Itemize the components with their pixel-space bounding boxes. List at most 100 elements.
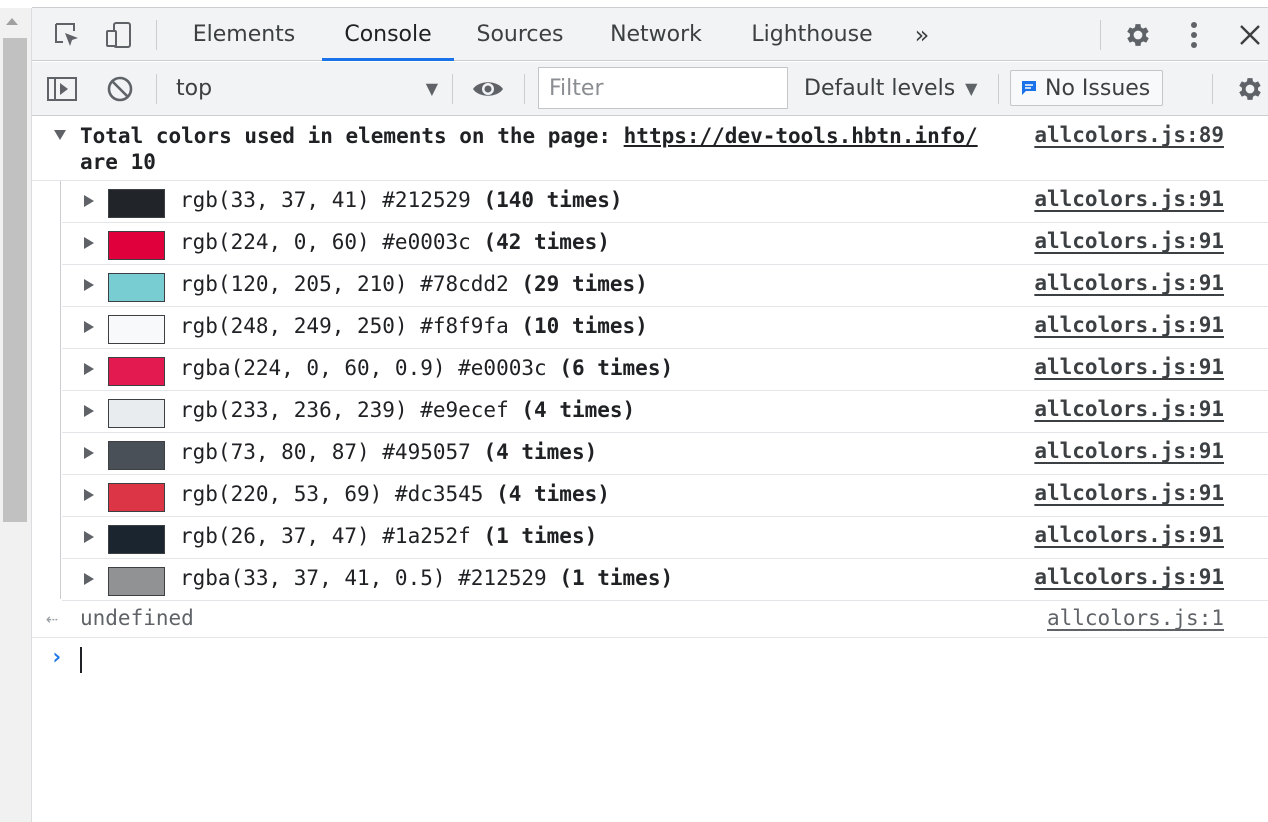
table-row[interactable]: rgb(26, 37, 47) #1a252f (1 times) allcolo… [62,517,1268,559]
console-prompt[interactable]: › [32,639,1268,677]
color-count: (4 times) [483,440,598,464]
message-icon [1022,81,1036,95]
console-output: Total colors used in elements on the pag… [32,117,1268,822]
source-link[interactable]: allcolors.js:91 [1034,397,1224,421]
console-group-header[interactable]: Total colors used in elements on the pag… [32,117,1268,181]
result-value: undefined [80,606,194,630]
gear-icon[interactable] [1118,8,1158,61]
log-levels-label: Default levels [804,76,956,101]
color-swatch [108,231,165,260]
scroll-up-arrow-icon[interactable] [6,18,18,25]
color-count: (4 times) [521,398,636,422]
console-toolbar: top ▼ Default levels ▼ No Issues [32,62,1268,116]
color-value-text: rgb(73, 80, 87) #495057 (4 times) [180,440,597,464]
collapsed-triangle-icon[interactable] [84,531,94,543]
color-code: rgb(220, 53, 69) #dc3545 [180,482,484,506]
source-link[interactable]: allcolors.js:91 [1034,439,1224,463]
color-swatch [108,273,165,302]
source-link[interactable]: allcolors.js:91 [1034,565,1224,589]
color-count: (6 times) [559,356,674,380]
eye-icon[interactable] [470,62,506,115]
close-icon[interactable] [1230,8,1268,61]
source-link[interactable]: allcolors.js:91 [1034,187,1224,211]
tab-console[interactable]: Console [322,8,454,61]
group-title-prefix: Total colors used in elements on the pag… [80,124,624,148]
console-settings-gear-icon[interactable] [1232,62,1268,115]
tab-sources[interactable]: Sources [466,8,574,61]
table-row[interactable]: rgb(233, 236, 239) #e9ecef (4 times) allc… [62,391,1268,433]
inspect-element-icon[interactable] [46,8,88,61]
tab-network[interactable]: Network [598,8,714,61]
color-value-text: rgb(26, 37, 47) #1a252f (1 times) [180,524,597,548]
table-row[interactable]: rgb(220, 53, 69) #dc3545 (4 times) allcol… [62,475,1268,517]
source-link[interactable]: allcolors.js:91 [1034,229,1224,253]
collapsed-triangle-icon[interactable] [84,363,94,375]
collapsed-triangle-icon[interactable] [84,279,94,291]
color-value-text: rgba(224, 0, 60, 0.9) #e0003c (6 times) [180,356,673,380]
result-source-link[interactable]: allcolors.js:1 [1047,606,1224,630]
issues-button[interactable]: No Issues [1010,70,1164,106]
kebab-menu-icon[interactable] [1174,8,1214,61]
result-arrow-icon: ⇠ [46,606,59,630]
table-row[interactable]: rgb(73, 80, 87) #495057 (4 times) allcolo… [62,433,1268,475]
color-code: rgb(233, 236, 239) #e9ecef [180,398,509,422]
source-link[interactable]: allcolors.js:91 [1034,481,1224,505]
source-link[interactable]: allcolors.js:91 [1034,313,1224,337]
color-value-text: rgb(220, 53, 69) #dc3545 (4 times) [180,482,610,506]
color-count: (29 times) [521,272,648,296]
color-count: (4 times) [496,482,610,506]
collapsed-triangle-icon[interactable] [84,321,94,333]
collapsed-triangle-icon[interactable] [84,447,94,459]
clear-console-icon[interactable] [106,62,136,115]
tab-lighthouse[interactable]: Lighthouse [740,8,884,61]
scrollbar-thumb[interactable] [3,38,27,522]
toolbar-divider [156,20,157,50]
color-swatch [108,567,165,596]
group-title-suffix: are 10 [80,150,156,174]
table-row[interactable]: rgb(120, 205, 210) #78cdd2 (29 times) all… [62,265,1268,307]
log-levels-dropdown[interactable]: Default levels ▼ [804,62,977,115]
color-value-text: rgb(224, 0, 60) #e0003c (42 times) [180,230,610,254]
table-row[interactable]: rgb(224, 0, 60) #e0003c (42 times) allcol… [62,223,1268,265]
toolbar-divider [1212,74,1213,104]
color-code: rgba(33, 37, 41, 0.5) #212529 [180,566,547,590]
table-row[interactable]: rgb(33, 37, 41) #212529 (140 times) allco… [62,181,1268,223]
context-selector[interactable]: top ▼ [176,62,438,115]
device-toolbar-icon[interactable] [98,8,140,61]
tab-elements[interactable]: Elements [176,8,312,61]
collapsed-triangle-icon[interactable] [84,573,94,585]
color-value-text: rgb(233, 236, 239) #e9ecef (4 times) [180,398,635,422]
color-code: rgb(26, 37, 47) #1a252f [180,524,471,548]
group-indent-line [60,181,61,599]
toolbar-divider [524,74,525,104]
dropdown-arrow-icon: ▼ [965,79,978,98]
color-code: rgb(120, 205, 210) #78cdd2 [180,272,509,296]
source-link[interactable]: allcolors.js:91 [1034,355,1224,379]
color-swatch [108,525,165,554]
sidebar-toggle-icon[interactable] [46,62,80,115]
collapsed-triangle-icon[interactable] [84,195,94,207]
table-row[interactable]: rgba(33, 37, 41, 0.5) #212529 (1 times) a… [62,559,1268,601]
source-link[interactable]: allcolors.js:91 [1034,523,1224,547]
collapsed-triangle-icon[interactable] [84,405,94,417]
color-count: (1 times) [483,524,598,548]
filter-input[interactable] [538,67,788,109]
expanded-triangle-icon[interactable] [54,130,66,140]
context-value: top [176,76,213,101]
devtools-tab-bar: Elements Console Sources Network Lightho… [32,7,1268,61]
color-count: (10 times) [521,314,648,338]
color-value-text: rgb(120, 205, 210) #78cdd2 (29 times) [180,272,648,296]
vertical-scrollbar[interactable] [0,8,32,822]
prompt-chevron-icon: › [50,645,64,670]
table-row[interactable]: rgba(224, 0, 60, 0.9) #e0003c (6 times) a… [62,349,1268,391]
chevron-double-right-icon[interactable]: » [902,8,942,61]
source-link[interactable]: allcolors.js:91 [1034,271,1224,295]
table-row[interactable]: rgb(248, 249, 250) #f8f9fa (10 times) all… [62,307,1268,349]
console-input-caret[interactable] [80,647,82,673]
page-url-link[interactable]: https://dev-tools.hbtn.info/ [624,124,978,148]
toolbar-divider [156,74,157,104]
collapsed-triangle-icon[interactable] [84,237,94,249]
collapsed-triangle-icon[interactable] [84,489,94,501]
group-title: Total colors used in elements on the pag… [80,123,1000,175]
source-link[interactable]: allcolors.js:89 [1034,123,1224,147]
